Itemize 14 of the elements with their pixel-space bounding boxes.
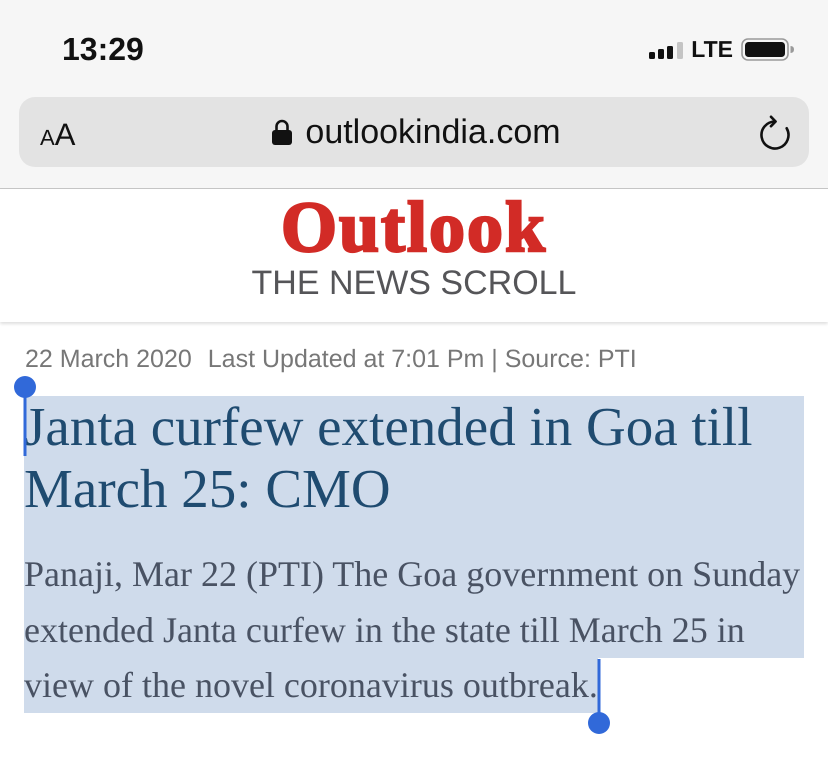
site-tagline: THE NEWS SCROLL xyxy=(252,266,576,300)
logo-text[interactable]: Outlook xyxy=(280,191,548,263)
network-type: LTE xyxy=(691,38,733,61)
reload-icon[interactable] xyxy=(757,115,793,151)
battery-icon xyxy=(741,38,795,61)
status-time: 13:29 xyxy=(62,33,144,65)
signal-icon xyxy=(649,42,684,59)
address-bar[interactable]: AA outlookindia.com xyxy=(19,97,809,167)
article-update-info: Last Updated at 7:01 Pm | Source: PTI xyxy=(208,344,637,374)
article-date: 22 March 2020 xyxy=(25,344,192,374)
article-headline: Janta curfew extended in Goa till March 25: CMO xyxy=(24,396,804,547)
url-text: outlookindia.com xyxy=(305,115,561,149)
article-body-text: Panaji, Mar 22 (PTI) The Goa government on Sunday extended Janta curfew in the state till March 25 in view of the novel coronavirus outbreak. xyxy=(24,547,804,714)
text-size-button[interactable]: AA xyxy=(40,118,76,150)
